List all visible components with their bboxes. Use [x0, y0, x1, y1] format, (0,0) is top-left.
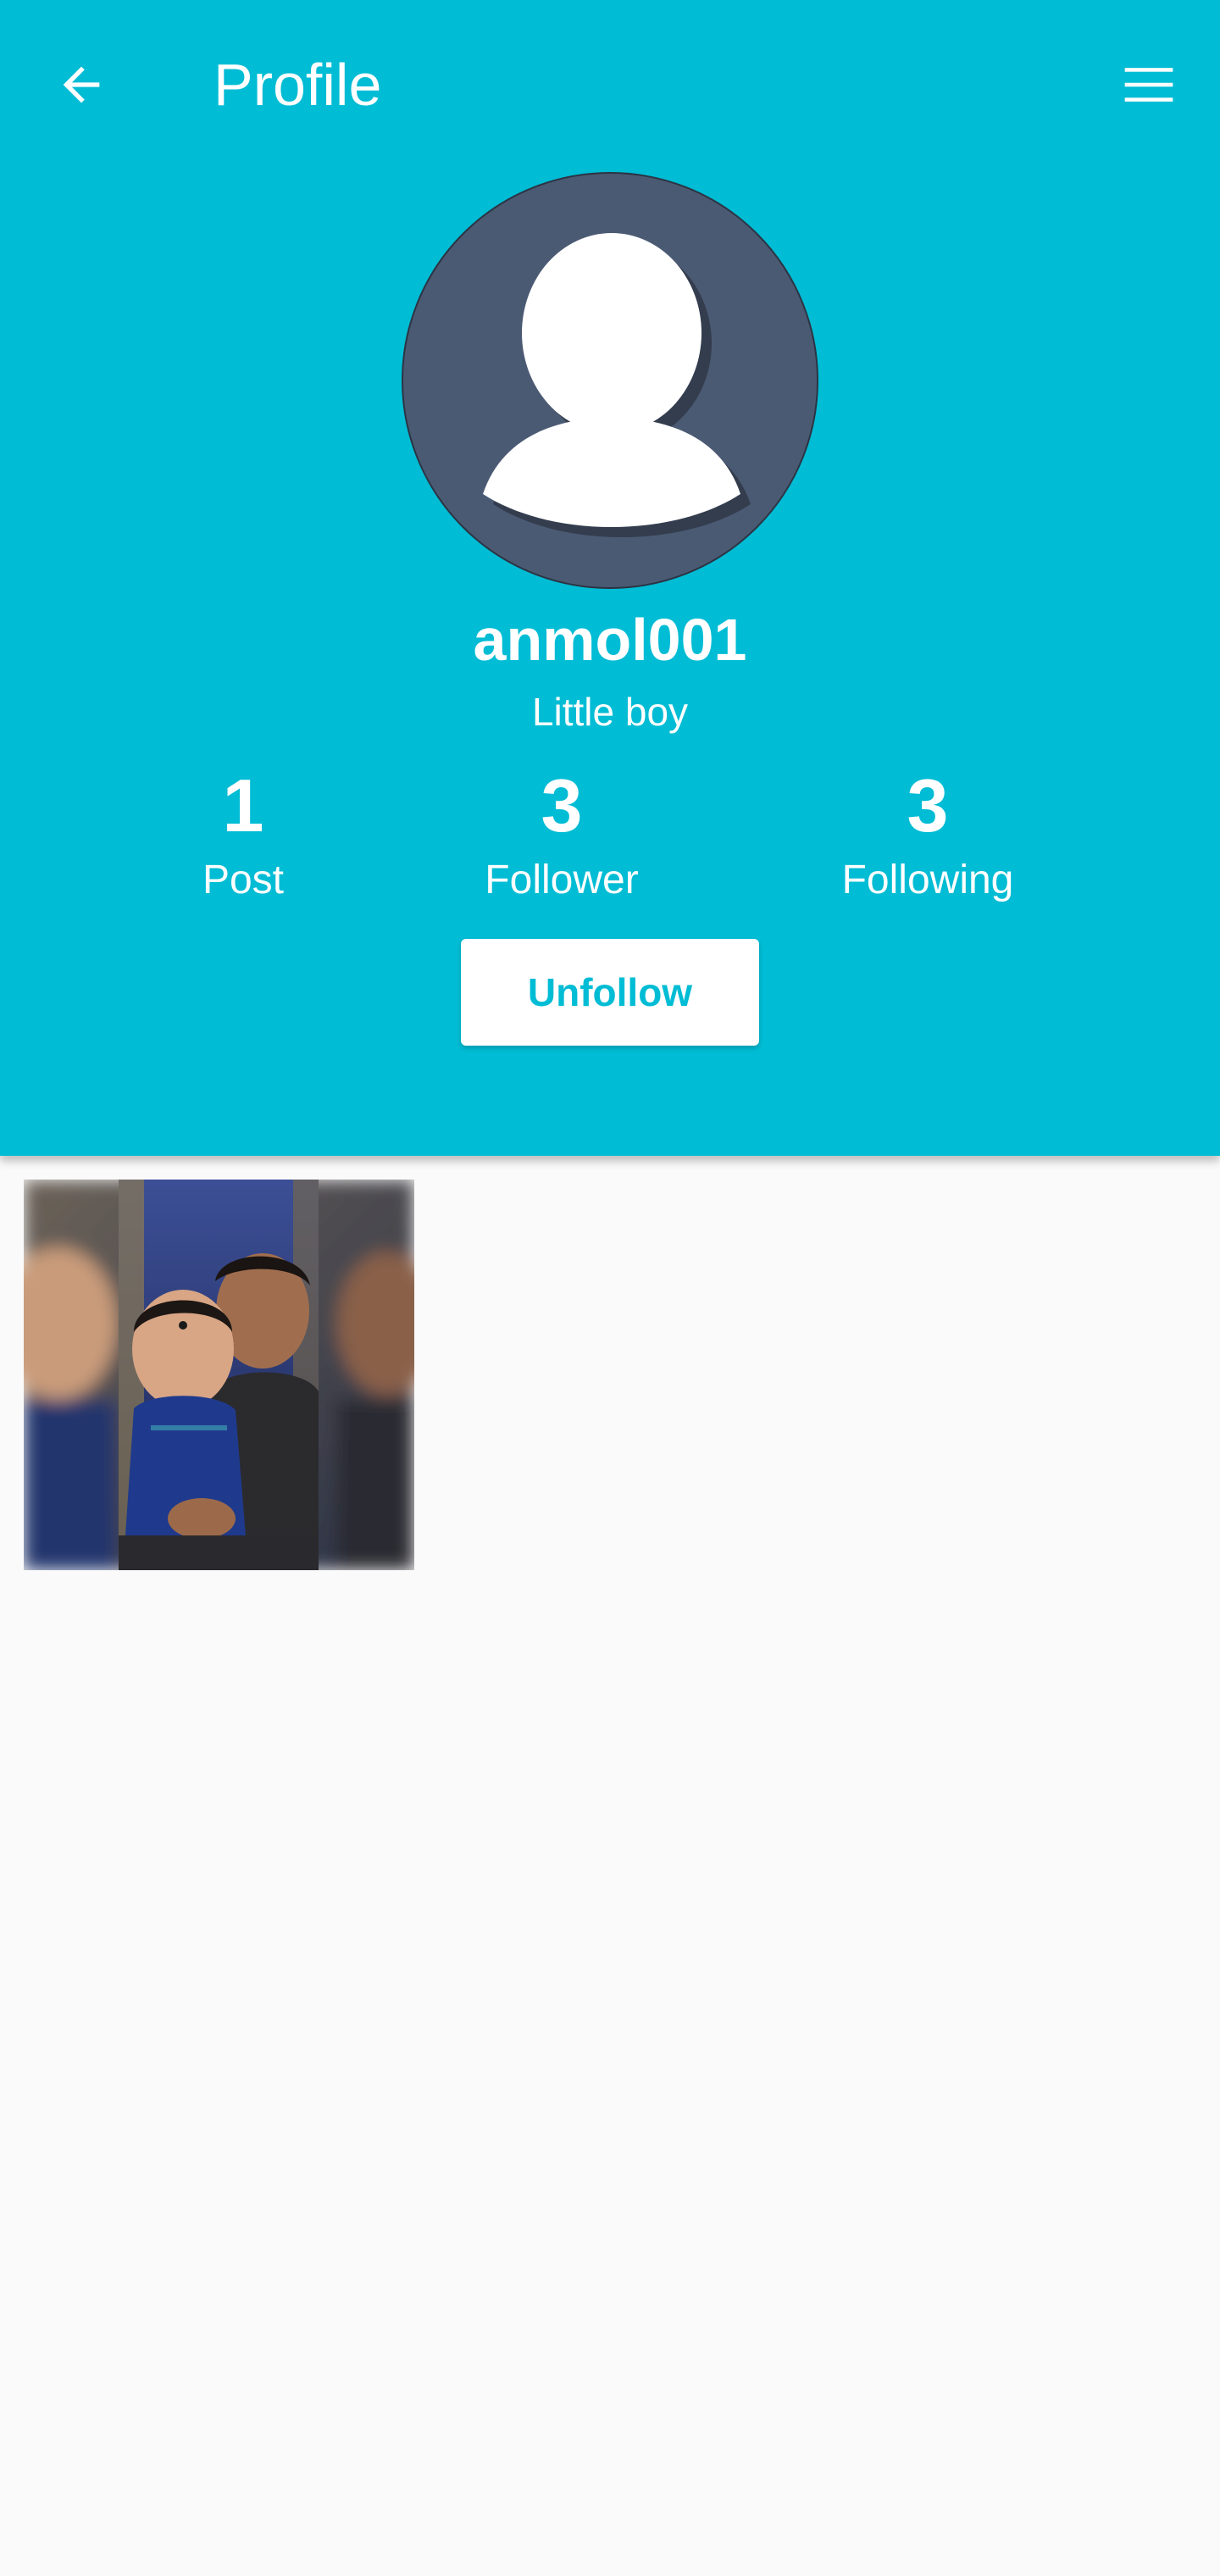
- stat-posts-label: Post: [202, 858, 285, 902]
- stat-following-count: 3: [907, 763, 949, 847]
- profile-header: Profile anmol001 Little boy 1 Post 3 Fol…: [0, 0, 1220, 1156]
- unfollow-button[interactable]: Unfollow: [461, 939, 759, 1046]
- default-user-avatar-icon: [483, 233, 751, 537]
- back-button[interactable]: [41, 44, 122, 125]
- photo-thumbnail: [24, 1180, 414, 1570]
- post-thumbnail[interactable]: [24, 1180, 414, 1570]
- stat-following-label: Following: [841, 858, 1014, 902]
- menu-button[interactable]: [1108, 44, 1190, 125]
- stat-followers[interactable]: 3 Follower: [409, 758, 714, 908]
- arrow-left-icon: [63, 66, 100, 103]
- avatar[interactable]: [402, 172, 818, 589]
- bio: Little boy: [531, 690, 689, 734]
- stat-posts[interactable]: 1 Post: [91, 758, 396, 908]
- stat-followers-count: 3: [541, 763, 583, 847]
- stat-followers-label: Follower: [485, 858, 639, 902]
- page-title: Profile: [214, 52, 382, 118]
- hamburger-menu-icon: [1124, 68, 1173, 102]
- stat-posts-count: 1: [222, 763, 264, 847]
- stat-following[interactable]: 3 Following: [775, 758, 1080, 908]
- username: anmol001: [473, 607, 747, 673]
